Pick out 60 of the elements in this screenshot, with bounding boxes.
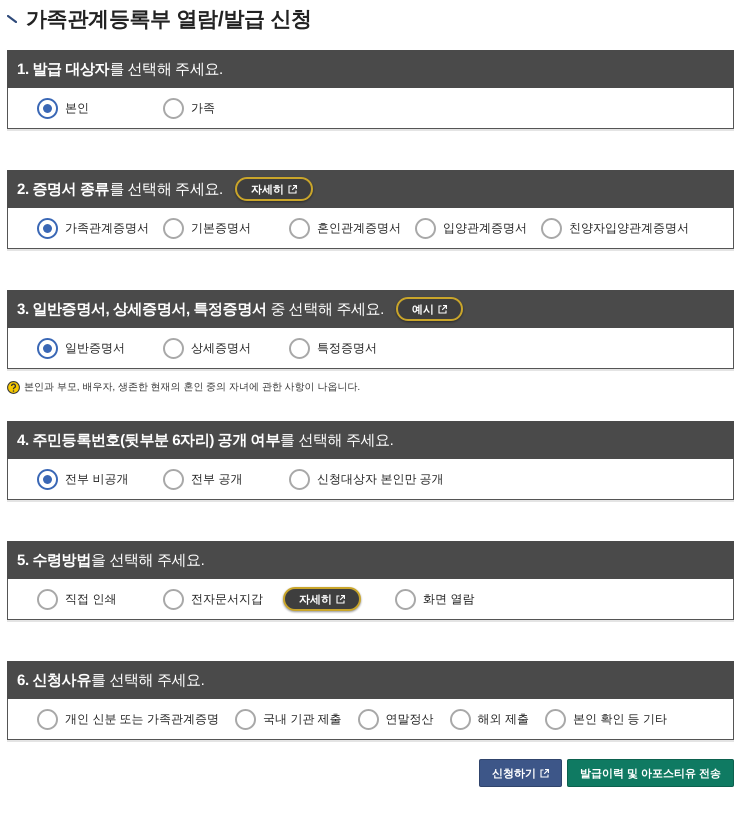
radio-label[interactable]: 일반증명서 xyxy=(65,340,125,356)
radio-label[interactable]: 입양관계증명서 xyxy=(443,220,527,236)
details-button[interactable]: 예시 xyxy=(396,297,463,321)
note-text: 본인과 부모, 배우자, 생존한 현재의 혼인 중의 자녀에 관한 사항이 나옵니다. xyxy=(24,381,360,394)
radio-label[interactable]: 본인 확인 등 기타 xyxy=(573,710,668,728)
radio-button[interactable] xyxy=(37,708,58,730)
radio-button[interactable] xyxy=(289,218,310,238)
radio-label[interactable]: 전자문서지갑 xyxy=(191,590,263,608)
radio-button[interactable] xyxy=(37,218,58,238)
action-button[interactable]: 신청하기 xyxy=(478,759,562,787)
radio-button[interactable] xyxy=(37,338,58,358)
help-icon xyxy=(7,380,20,394)
radio-label[interactable]: 연말정산 xyxy=(386,710,434,728)
section-heading: 3. 일반증명서, 상세증명서, 특정증명서 중 선택해 주세요. xyxy=(17,300,384,318)
radio-button[interactable] xyxy=(358,708,379,730)
radio-label[interactable]: 직접 인쇄 xyxy=(65,590,116,608)
radio-label[interactable]: 전부 공개 xyxy=(191,470,242,488)
radio-label[interactable]: 개인 신분 또는 가족관계증명 xyxy=(65,710,220,728)
radio-label[interactable]: 친양자입양관계증명서 xyxy=(569,220,689,236)
radio-label[interactable]: 신청대상자 본인만 공개 xyxy=(317,470,444,488)
external-link-icon xyxy=(288,184,297,194)
radio-button[interactable] xyxy=(395,588,416,610)
radio-button[interactable] xyxy=(163,98,184,118)
radio-label[interactable]: 해외 제출 xyxy=(478,710,530,728)
section-heading: 6. 신청사유를 선택해 주세요. xyxy=(17,670,204,690)
radio-button[interactable] xyxy=(450,708,471,730)
action-button[interactable]: 발급이력 및 아포스티유 전송 xyxy=(566,759,734,787)
section-heading: 1. 발급 대상자를 선택해 주세요. xyxy=(17,60,223,78)
radio-label[interactable]: 기본증명서 xyxy=(191,220,251,236)
radio-button[interactable] xyxy=(163,588,184,610)
section-heading: 4. 주민등록번호(뒷부분 6자리) 공개 여부를 선택해 주세요. xyxy=(17,430,394,450)
section-heading: 2. 증명서 종류를 선택해 주세요. xyxy=(17,180,223,198)
radio-label[interactable]: 가족관계증명서 xyxy=(65,220,149,236)
radio-button[interactable] xyxy=(37,588,58,610)
radio-button[interactable] xyxy=(163,338,184,358)
radio-button[interactable] xyxy=(415,218,436,238)
radio-button[interactable] xyxy=(235,708,256,730)
radio-button[interactable] xyxy=(541,218,562,238)
radio-label[interactable]: 혼인관계증명서 xyxy=(317,220,401,236)
radio-button[interactable] xyxy=(37,98,58,118)
title-marker-icon xyxy=(7,15,17,23)
page-title: 가족관계등록부 열람/발급 신청 xyxy=(26,7,312,33)
radio-button[interactable] xyxy=(163,468,184,490)
radio-button[interactable] xyxy=(545,708,566,730)
details-button[interactable]: 자세히 xyxy=(283,587,361,611)
radio-button[interactable] xyxy=(289,468,310,490)
external-link-icon xyxy=(336,594,345,604)
radio-label[interactable]: 국내 기관 제출 xyxy=(263,710,342,728)
radio-label[interactable]: 화면 열람 xyxy=(423,590,474,608)
radio-label[interactable]: 본인 xyxy=(65,100,89,116)
radio-label[interactable]: 전부 비공개 xyxy=(65,470,128,488)
external-link-icon xyxy=(438,304,447,314)
radio-button[interactable] xyxy=(37,468,58,490)
radio-button[interactable] xyxy=(289,338,310,358)
details-button[interactable]: 자세히 xyxy=(234,177,313,201)
section-heading: 5. 수령방법을 선택해 주세요. xyxy=(17,550,204,570)
radio-label[interactable]: 상세증명서 xyxy=(191,340,251,356)
radio-label[interactable]: 특정증명서 xyxy=(317,340,377,356)
radio-button[interactable] xyxy=(163,218,184,238)
radio-label[interactable]: 가족 xyxy=(191,100,215,116)
